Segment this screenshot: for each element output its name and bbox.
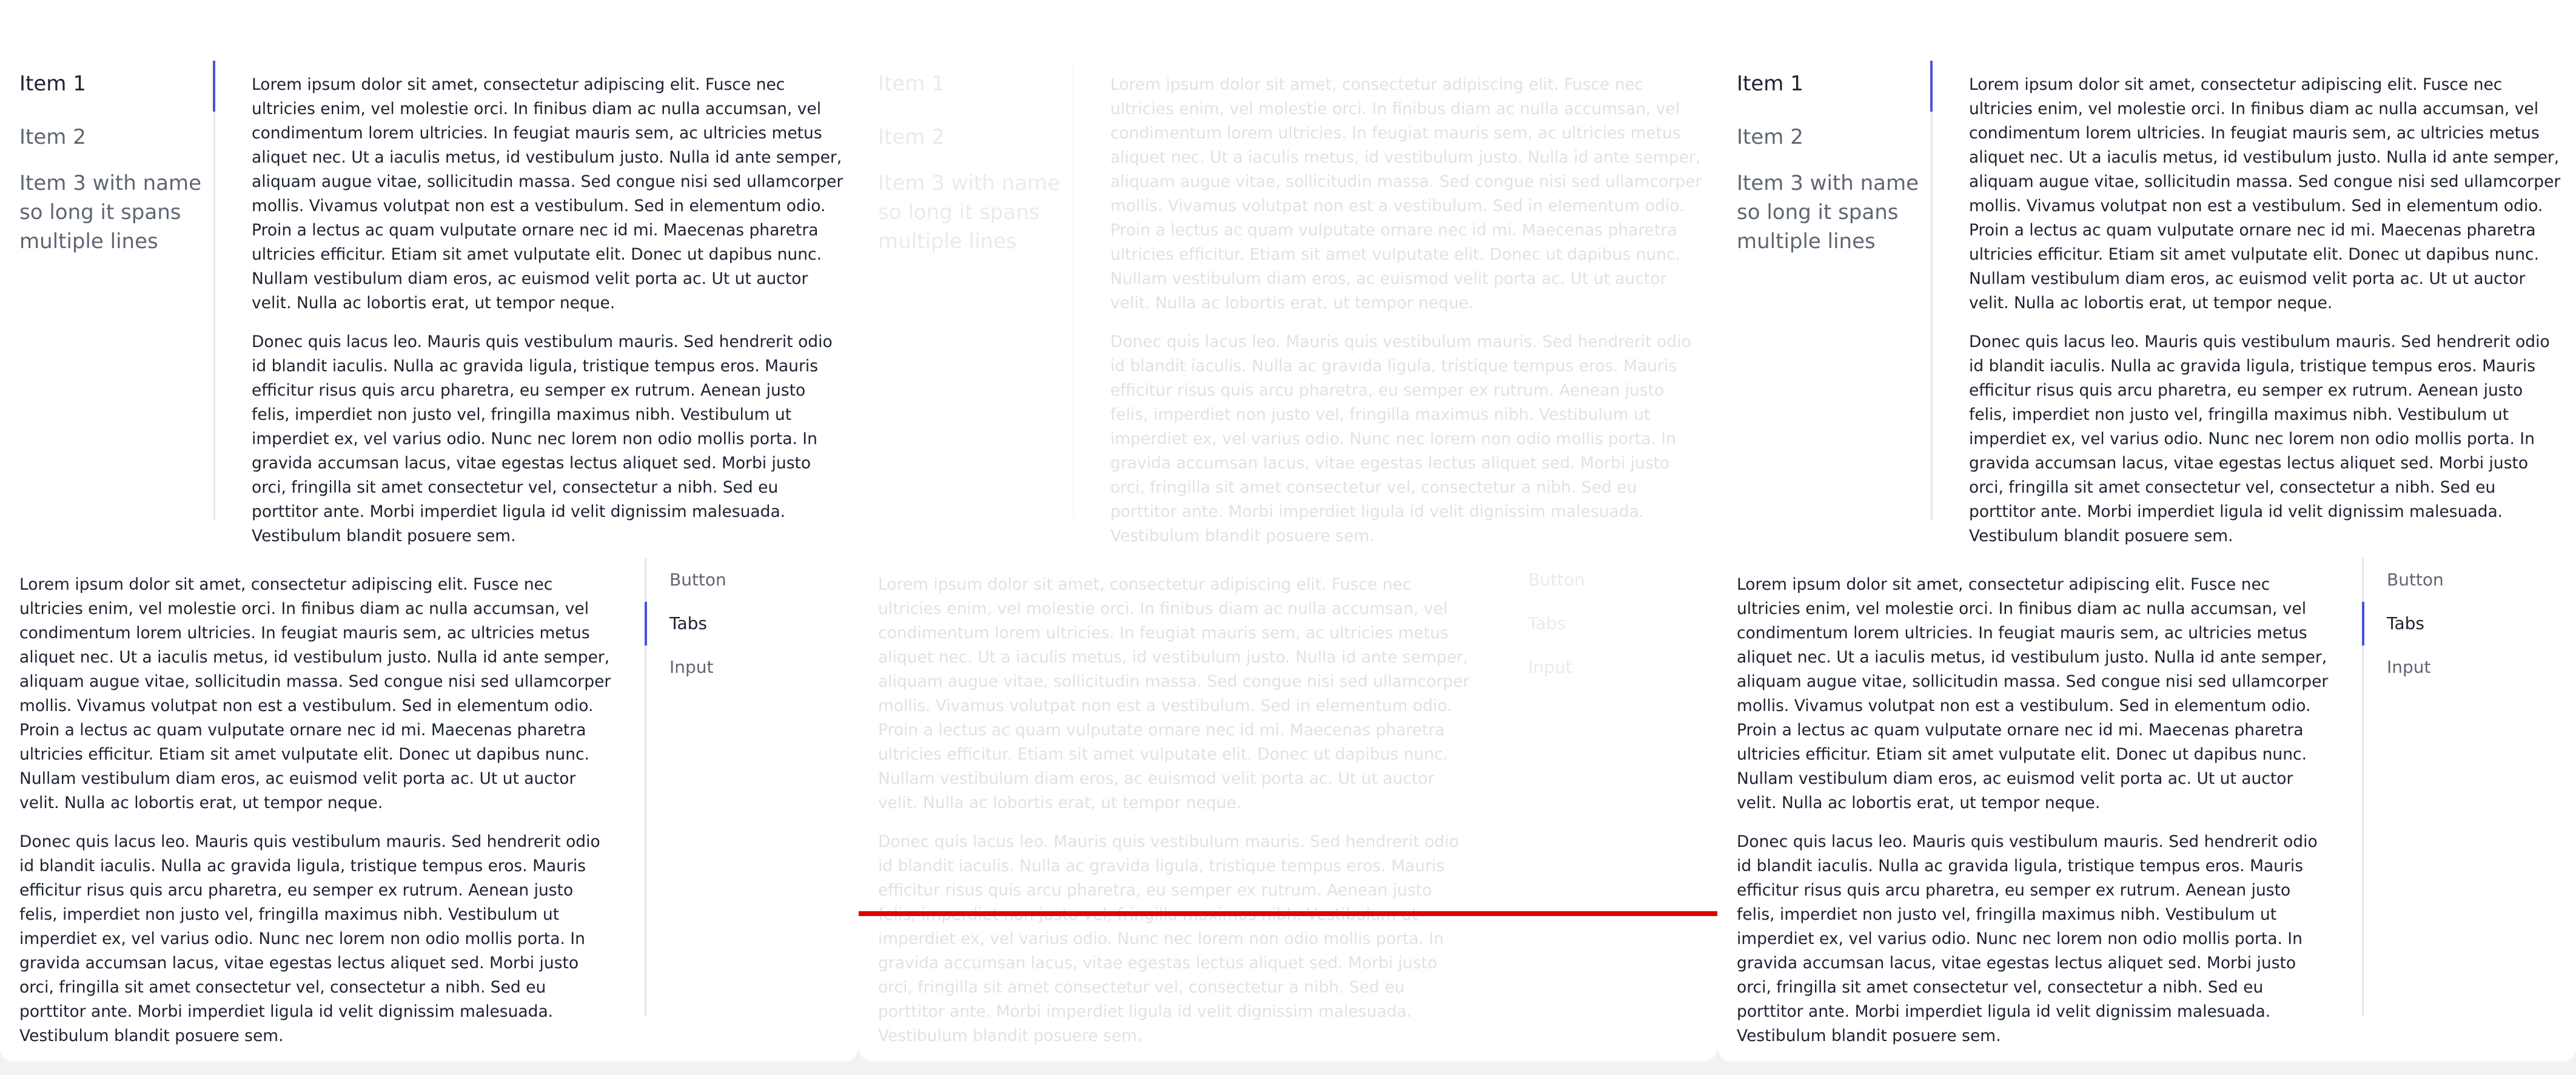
- vertical-tabs-left: Item 1 Item 2 Item 3 with name so long i…: [878, 61, 1074, 519]
- tab-item-3[interactable]: Item 3 with name so long it spans multip…: [19, 169, 228, 256]
- tab-item-1[interactable]: Item 1: [19, 69, 216, 98]
- vertical-tabs-right: Button Tabs Input: [1503, 558, 1705, 1017]
- tab-input[interactable]: Input: [2387, 655, 2431, 679]
- paragraph-1: Lorem ipsum dolor sit amet, consectetur …: [252, 75, 844, 312]
- vertical-tabs-right: Button Tabs Input: [645, 558, 847, 1017]
- paragraph-1: Lorem ipsum dolor sit amet, consectetur …: [878, 575, 1470, 812]
- highlight-line: [859, 911, 1717, 916]
- tab-item-2[interactable]: Item 2: [878, 123, 1075, 152]
- tab-tabs[interactable]: Tabs: [1528, 612, 1566, 636]
- vertical-tabs-left: Item 1 Item 2 Item 3 with name so long i…: [19, 61, 215, 519]
- tab-panel-content: Lorem ipsum dolor sit amet, consectetur …: [878, 573, 1472, 1062]
- tab-item-3[interactable]: Item 3 with name so long it spans multip…: [1737, 169, 1945, 256]
- tab-item-1[interactable]: Item 1: [878, 69, 1075, 98]
- paragraph-2: Donec quis lacus leo. Mauris quis vestib…: [1110, 332, 1691, 545]
- tab-panel-content: Lorem ipsum dolor sit amet, consectetur …: [1110, 73, 1705, 563]
- vertical-tabs-left: Item 1 Item 2 Item 3 with name so long i…: [1737, 61, 1933, 519]
- paragraph-1: Lorem ipsum dolor sit amet, consectetur …: [1969, 75, 2561, 312]
- paragraph-1: Lorem ipsum dolor sit amet, consectetur …: [1737, 575, 2329, 812]
- active-tab-indicator: [2362, 602, 2364, 645]
- paragraph-2: Donec quis lacus leo. Mauris quis vestib…: [19, 832, 600, 1045]
- paragraph-2: Donec quis lacus leo. Mauris quis vestib…: [252, 332, 833, 545]
- tab-panel-content: Lorem ipsum dolor sit amet, consectetur …: [19, 573, 614, 1062]
- tab-item-1[interactable]: Item 1: [1737, 69, 1933, 98]
- vertical-tabs-right: Button Tabs Input: [2362, 558, 2564, 1017]
- page: Item 1 Item 2 Item 3 with name so long i…: [0, 0, 2576, 1075]
- tab-item-2[interactable]: Item 2: [19, 123, 216, 152]
- tab-input[interactable]: Input: [669, 655, 714, 679]
- panel-3: Item 1 Item 2 Item 3 with name so long i…: [1717, 0, 2576, 1062]
- paragraph-2: Donec quis lacus leo. Mauris quis vestib…: [878, 832, 1459, 1045]
- tab-panel-content: Lorem ipsum dolor sit amet, consectetur …: [1969, 73, 2563, 563]
- tab-tabs[interactable]: Tabs: [2387, 612, 2424, 636]
- tab-item-2[interactable]: Item 2: [1737, 123, 1933, 152]
- tab-tabs[interactable]: Tabs: [669, 612, 707, 636]
- tab-input[interactable]: Input: [1528, 655, 1572, 679]
- tab-button[interactable]: Button: [1528, 568, 1585, 592]
- paragraph-2: Donec quis lacus leo. Mauris quis vestib…: [1737, 832, 2318, 1045]
- panel-1: Item 1 Item 2 Item 3 with name so long i…: [0, 0, 859, 1062]
- tab-button[interactable]: Button: [2387, 568, 2444, 592]
- paragraph-1: Lorem ipsum dolor sit amet, consectetur …: [1110, 75, 1702, 312]
- active-tab-indicator: [645, 602, 647, 645]
- paragraph-2: Donec quis lacus leo. Mauris quis vestib…: [1969, 332, 2550, 545]
- paragraph-1: Lorem ipsum dolor sit amet, consectetur …: [19, 575, 611, 812]
- panel-2: Item 1 Item 2 Item 3 with name so long i…: [859, 0, 1717, 1062]
- tab-panel-content: Lorem ipsum dolor sit amet, consectetur …: [1737, 573, 2331, 1062]
- tab-item-3[interactable]: Item 3 with name so long it spans multip…: [878, 169, 1087, 256]
- tab-button[interactable]: Button: [669, 568, 726, 592]
- tab-panel-content: Lorem ipsum dolor sit amet, consectetur …: [252, 73, 846, 563]
